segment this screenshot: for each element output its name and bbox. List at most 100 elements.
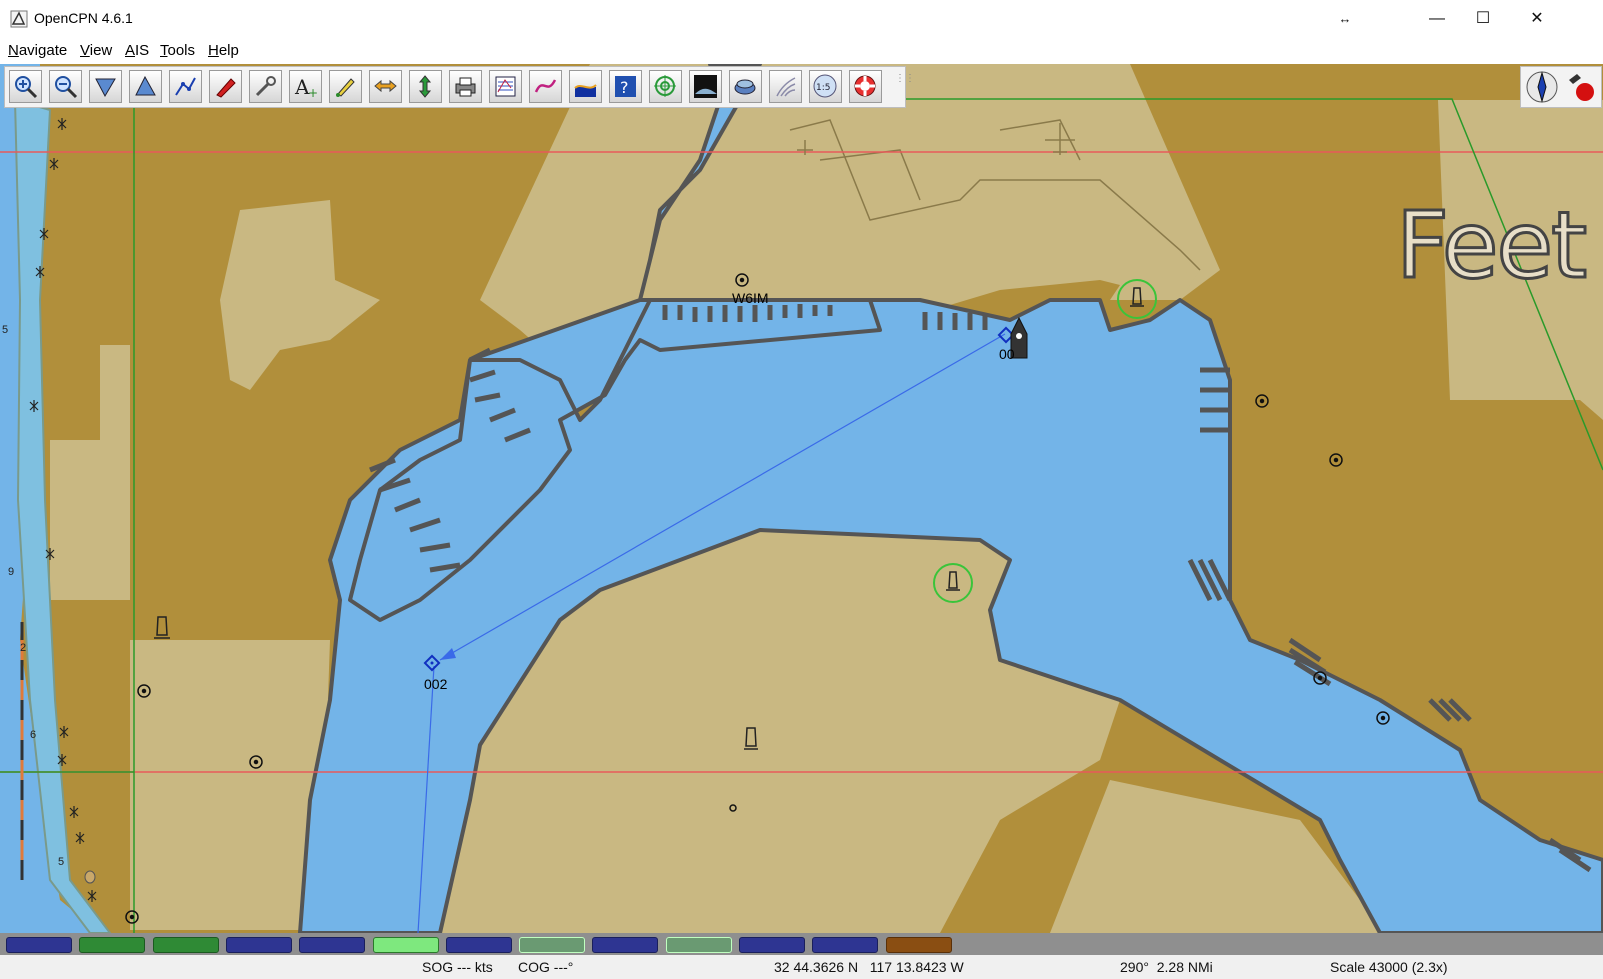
chart-piano-key[interactable] [6,937,72,953]
menu-ais-label: IS [135,42,150,59]
maximize-button[interactable]: ☐ [1460,0,1506,38]
chart-piano-key[interactable] [79,937,146,953]
print-icon [455,77,476,97]
aid-icon [776,77,796,97]
waypoint-001-label[interactable]: 00 [999,346,1015,362]
options-button[interactable] [249,70,282,103]
scale-indicator-icon: 1:5 [813,74,837,98]
chart-piano-key[interactable] [299,937,366,953]
chart-piano-key[interactable] [812,937,879,953]
sog-readout: SOG --- kts [422,959,493,975]
menu-help-label: elp [218,42,239,59]
scale-in-icon [95,78,116,98]
close-button[interactable]: ✕ [1514,0,1560,38]
opencpn-app-icon [10,10,28,28]
lifebuoy-icon [854,75,876,97]
pan-vertical-button[interactable] [409,70,442,103]
depth-unit-label: Feet [1394,191,1588,301]
zoom-out-icon [55,76,78,99]
chart-piano-bar [0,933,1603,955]
chart-piano-key[interactable] [519,937,586,953]
menu-tools[interactable]: Tools [160,42,195,59]
depth-sounding: 5 [58,856,65,868]
svg-text:+: + [308,86,318,99]
scale-readout: Scale 43000 (2.3x) [1330,959,1448,975]
scale-out-button[interactable] [129,70,162,103]
menu-tools-key: T [160,42,168,59]
arrows-horizontal-icon [374,79,397,93]
chart-quilt-icon [734,79,756,95]
tide-current-icon [534,79,557,93]
menu-ais-key: A [125,42,136,59]
compass-icon[interactable] [1525,70,1559,104]
tides-button[interactable] [529,70,562,103]
chart-piano-key[interactable] [665,937,732,953]
gps-status-icon[interactable] [1563,70,1597,104]
mob-button[interactable] [849,70,882,103]
pan-horizontal-button[interactable] [369,70,402,103]
rock-mark [84,870,96,884]
follow-ship-button[interactable] [209,70,242,103]
route-manager-button[interactable] [489,70,522,103]
menu-help-key: H [208,42,219,59]
text-mark-button[interactable]: A + [289,70,322,103]
chart-piano-key[interactable] [739,937,805,953]
help-button[interactable]: ? [609,70,642,103]
menu-ais[interactable]: AIS [125,42,149,59]
menu-help[interactable]: Help [208,42,239,59]
route-manager-icon [495,76,516,97]
nautical-chart[interactable] [0,64,1603,933]
chart-piano-key[interactable] [592,937,659,953]
scale-out-icon [135,75,156,96]
chart-quilt-button[interactable] [729,70,762,103]
depth-sounding: 9 [8,566,15,578]
bearing-range-readout: 290° 2.28 NMi [1120,959,1213,975]
beacon-icon [154,616,170,639]
help-icon: ? [615,76,636,97]
text-mark-icon: A+ [294,75,318,99]
window-title: OpenCPN 4.6.1 [34,10,133,26]
menu-view[interactable]: View [80,42,112,59]
svg-text:?: ? [620,78,629,97]
chart-canvas[interactable]: W6IM 002 00 Feet 5 9 2 6 5 [0,64,1603,933]
chart-piano-key[interactable] [225,937,292,953]
menu-bar: Navigate View AIS Tools Help [0,38,1603,64]
menu-tools-label: ools [167,42,196,59]
zoom-in-button[interactable] [9,70,42,103]
night-mode-button[interactable] [689,70,722,103]
arrows-vertical-icon [418,75,432,98]
cog-readout: COG ---° [518,959,574,975]
chart-piano-key[interactable] [372,937,439,953]
depth-sounding: 6 [30,729,37,741]
depth-sounding: 5 [2,324,9,336]
tools-wrench-icon [255,76,276,97]
chart-piano-key[interactable] [885,937,952,953]
toolbar-grip[interactable]: ⋮⋮ [895,73,915,101]
menu-navigate[interactable]: Navigate [8,42,67,59]
title-bar: OpenCPN 4.6.1 ↔ — ☐ ✕ [0,0,1603,39]
cursor-position-readout: 32 44.3626 N 117 13.8423 W [774,959,964,975]
minimize-button[interactable]: — [1414,0,1460,38]
chart-piano-key[interactable] [152,937,219,953]
resize-icon[interactable]: ↔ [1322,0,1368,38]
target-button[interactable] [649,70,682,103]
main-toolbar: A + ? 1:5 ⋮⋮ [4,66,915,108]
chart-piano-key[interactable] [445,937,512,953]
route-button[interactable] [169,70,202,103]
mark-button[interactable] [329,70,362,103]
scale-indicator-button[interactable]: 1:5 [809,70,842,103]
depth-tint-button[interactable] [569,70,602,103]
compass-toolbar [1520,66,1602,108]
scale-in-button[interactable] [89,70,122,103]
station-label: W6IM [732,290,769,306]
menu-navigate-key: N [8,42,19,59]
zoom-out-button[interactable] [49,70,82,103]
menu-navigate-label: avigate [18,42,68,59]
aid-button[interactable] [769,70,802,103]
scale-indicator-label: 1:5 [816,83,830,93]
waypoint-002-label[interactable]: 002 [424,676,447,692]
menu-view-key: V [80,42,90,59]
depth-tint-icon [574,84,597,97]
print-button[interactable] [449,70,482,103]
route-icon [175,77,196,96]
